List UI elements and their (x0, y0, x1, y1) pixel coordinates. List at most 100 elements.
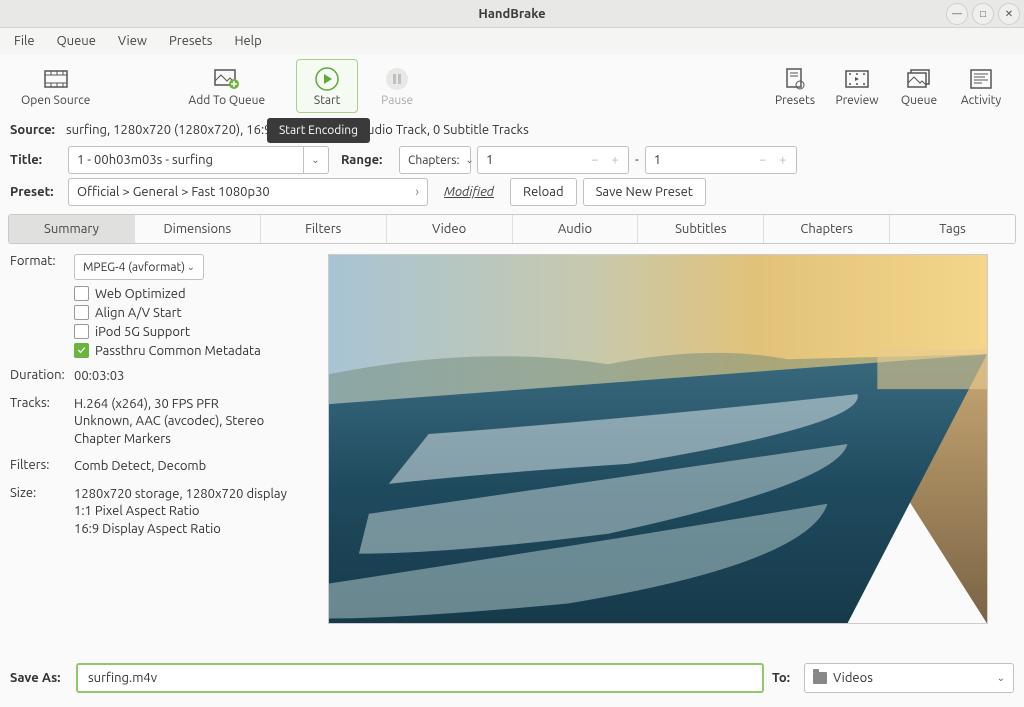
range-label: Range: (341, 153, 393, 167)
save-as-input[interactable] (76, 663, 764, 693)
play-icon (315, 66, 339, 92)
menu-help[interactable]: Help (224, 30, 271, 52)
pause-label: Pause (381, 94, 413, 107)
menu-queue[interactable]: Queue (47, 30, 106, 52)
summary-left-column: Format: MPEG-4 (avformat) ⌄ Web Optimize… (10, 254, 310, 645)
range-to-plus[interactable]: + (774, 151, 792, 169)
save-new-preset-label: Save New Preset (596, 185, 693, 199)
save-row: Save As: To: Videos ⌄ (0, 655, 1024, 707)
chevron-right-icon: › (415, 185, 419, 199)
to-label: To: (772, 671, 796, 685)
open-source-button[interactable]: Open Source (12, 59, 99, 113)
source-row: Source: surfing, 1280x720 (1280x720), 16… (0, 116, 1024, 144)
start-label: Start (314, 94, 340, 107)
range-from-field[interactable]: 1 −+ (477, 146, 629, 174)
preview-button[interactable]: Preview (826, 59, 888, 113)
film-icon (43, 66, 69, 92)
menu-view[interactable]: View (108, 30, 157, 52)
preview-label: Preview (835, 94, 878, 107)
destination-select[interactable]: Videos ⌄ (804, 663, 1014, 693)
titlebar: HandBrake — □ ✕ (0, 0, 1024, 28)
close-button[interactable]: ✕ (998, 3, 1020, 25)
title-range-row: Title: 1 - 00h03m03s - surfing ⌄ Range: … (0, 144, 1024, 176)
range-to-field[interactable]: 1 −+ (645, 146, 797, 174)
format-select[interactable]: MPEG-4 (avformat) ⌄ (74, 254, 204, 280)
folder-icon (813, 672, 827, 684)
save-new-preset-button[interactable]: Save New Preset (583, 178, 706, 206)
chevron-down-icon: ⌄ (465, 154, 473, 166)
tooltip-start-encoding: Start Encoding (267, 118, 370, 143)
checkbox-icon (74, 324, 89, 339)
save-as-label: Save As: (10, 671, 68, 685)
menu-presets[interactable]: Presets (159, 30, 222, 52)
document-gear-icon (785, 66, 805, 92)
film-play-icon (844, 66, 870, 92)
minimize-button[interactable]: — (946, 3, 968, 25)
pause-button[interactable]: Pause (366, 59, 428, 113)
maximize-button[interactable]: □ (972, 3, 994, 25)
chevron-down-icon: ⌄ (997, 672, 1005, 684)
queue-button[interactable]: Queue (888, 59, 950, 113)
preset-value: Official > General > Fast 1080p30 (77, 185, 270, 199)
tracks-value: H.264 (x264), 30 FPS PFR Unknown, AAC (a… (74, 396, 264, 449)
activity-label: Activity (961, 94, 1001, 107)
summary-panel: Format: MPEG-4 (avformat) ⌄ Web Optimize… (0, 244, 1024, 655)
checkbox-checked-icon (74, 343, 89, 358)
photos-stack-icon (906, 66, 932, 92)
tab-subtitles[interactable]: Subtitles (638, 215, 764, 243)
title-select[interactable]: 1 - 00h03m03s - surfing (68, 146, 304, 174)
range-to-minus[interactable]: − (754, 151, 772, 169)
pause-icon (385, 66, 409, 92)
preset-modified-link[interactable]: Modified (444, 185, 494, 199)
duration-label: Duration: (10, 368, 74, 382)
align-av-check[interactable]: Align A/V Start (74, 305, 310, 320)
size-value: 1280x720 storage, 1280x720 display 1:1 P… (74, 486, 287, 539)
destination-value: Videos (833, 671, 873, 685)
title-dropdown-button[interactable]: ⌄ (303, 146, 329, 174)
range-separator: - (635, 153, 639, 167)
preview-thumbnail (328, 254, 988, 624)
presets-label: Presets (775, 94, 815, 107)
size-label: Size: (10, 486, 74, 500)
tab-video[interactable]: Video (387, 215, 513, 243)
passthru-check[interactable]: Passthru Common Metadata (74, 343, 310, 358)
range-from-plus[interactable]: + (606, 151, 624, 169)
web-optimized-check[interactable]: Web Optimized (74, 286, 310, 301)
range-to-value: 1 (650, 153, 754, 167)
start-button[interactable]: Start (296, 59, 358, 113)
activity-button[interactable]: Activity (950, 59, 1012, 113)
range-mode-select[interactable]: Chapters: ⌄ (399, 146, 471, 174)
checkbox-icon (74, 305, 89, 320)
passthru-label: Passthru Common Metadata (95, 344, 261, 358)
range-mode-value: Chapters: (408, 154, 459, 167)
tab-audio[interactable]: Audio (513, 215, 639, 243)
menubar: File Queue View Presets Help (0, 28, 1024, 54)
filters-label: Filters: (10, 458, 74, 472)
tab-dimensions[interactable]: Dimensions (135, 215, 261, 243)
tab-summary[interactable]: Summary (9, 215, 135, 243)
title-value: 1 - 00h03m03s - surfing (77, 153, 213, 167)
photo-plus-icon (214, 66, 240, 92)
format-value: MPEG-4 (avformat) (83, 261, 185, 274)
tab-filters[interactable]: Filters (261, 215, 387, 243)
reload-button[interactable]: Reload (510, 178, 577, 206)
tab-chapters[interactable]: Chapters (764, 215, 890, 243)
open-source-label: Open Source (21, 94, 90, 107)
range-from-value: 1 (482, 153, 586, 167)
add-to-queue-button[interactable]: Add To Queue (179, 59, 274, 113)
menu-file[interactable]: File (4, 30, 45, 52)
presets-button[interactable]: Presets (764, 59, 826, 113)
window-title: HandBrake (478, 7, 545, 21)
preset-label: Preset: (10, 185, 62, 199)
align-av-label: Align A/V Start (95, 306, 182, 320)
ipod-check[interactable]: iPod 5G Support (74, 324, 310, 339)
preset-select[interactable]: Official > General > Fast 1080p30 › (68, 178, 428, 206)
range-from-minus[interactable]: − (586, 151, 604, 169)
source-label: Source: (10, 123, 62, 137)
checkbox-icon (74, 286, 89, 301)
tab-tags[interactable]: Tags (890, 215, 1015, 243)
title-label: Title: (10, 153, 62, 167)
toolbar: Open Source Add To Queue Start Pause Pre… (0, 54, 1024, 114)
web-optimized-label: Web Optimized (95, 287, 186, 301)
reload-label: Reload (523, 185, 564, 199)
